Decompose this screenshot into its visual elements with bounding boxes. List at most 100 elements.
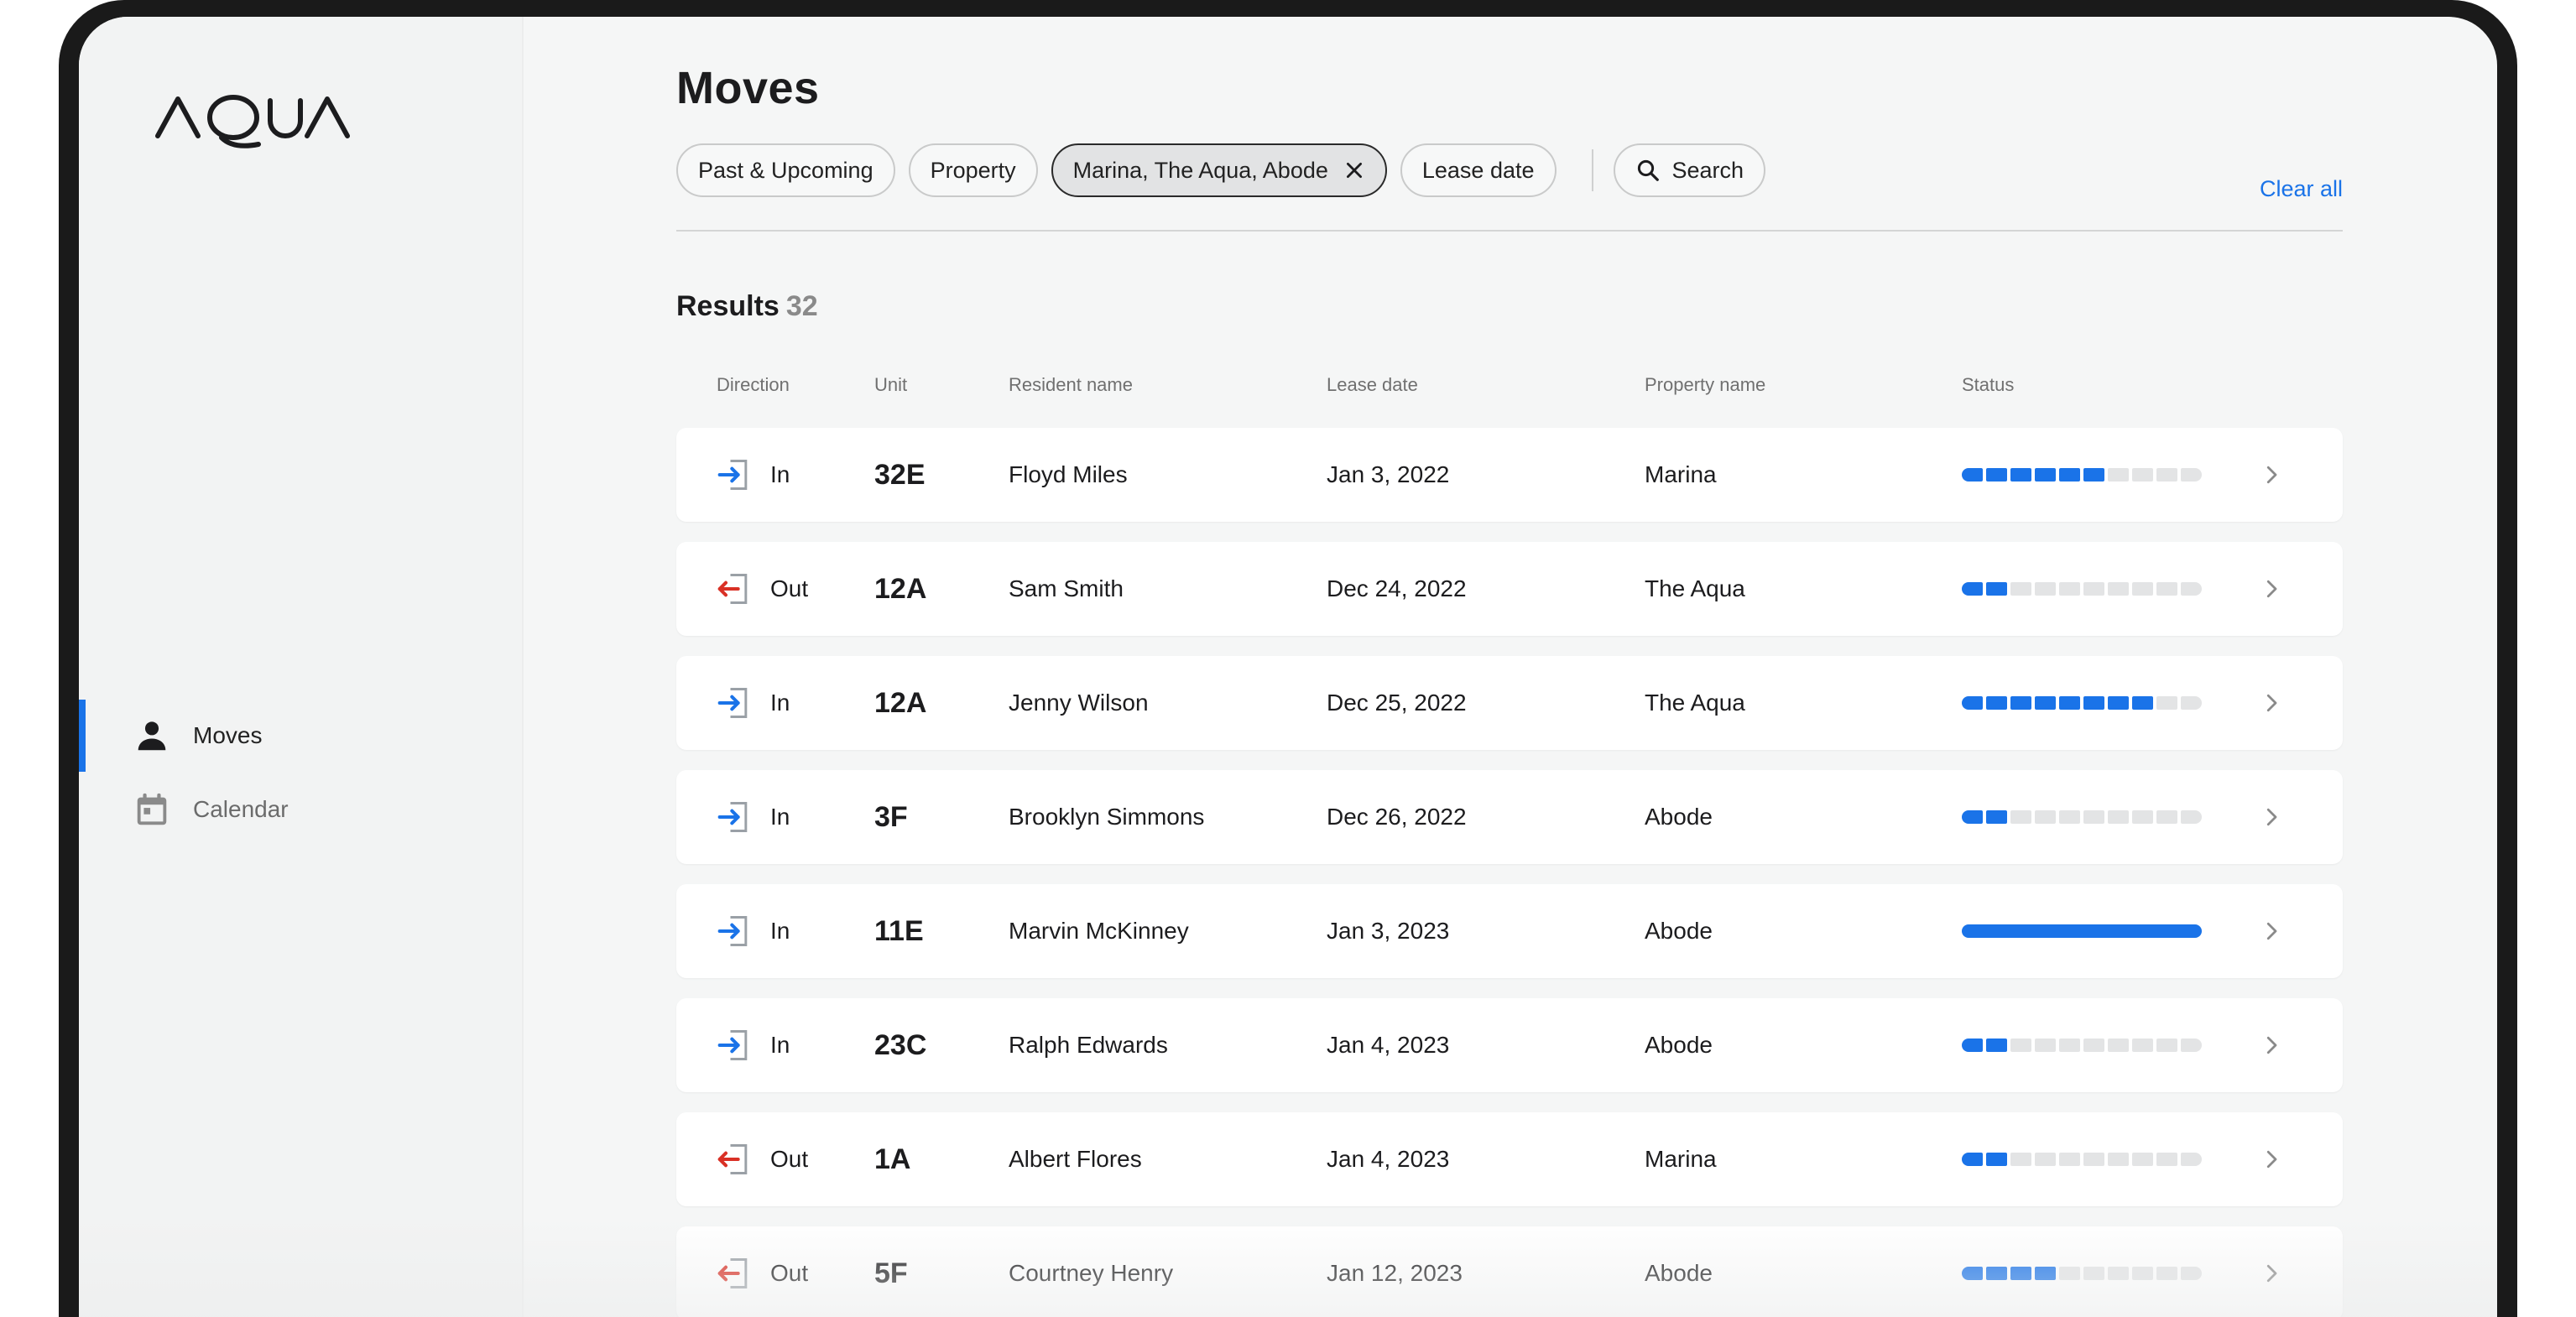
row-open-button[interactable] (2259, 770, 2292, 864)
progress-segment (2156, 696, 2177, 710)
progress-segment (2057, 924, 2082, 938)
progress-segment (1962, 924, 1986, 938)
sidebar-item-moves[interactable]: Moves (79, 700, 524, 772)
progress-segment (2132, 582, 2153, 596)
row-open-button[interactable] (2259, 1112, 2292, 1206)
resident-name-cell: Courtney Henry (1009, 1260, 1174, 1286)
row-open-button[interactable] (2259, 998, 2292, 1092)
column-header-unit[interactable]: Unit (874, 374, 907, 396)
move-out-icon (717, 574, 748, 604)
table-row[interactable]: In 23C Ralph Edwards Jan 4, 2023 Abode (676, 998, 2343, 1092)
direction-cell: Out (770, 575, 809, 601)
move-in-icon (717, 1030, 748, 1060)
person-icon (138, 721, 166, 751)
row-open-button[interactable] (2259, 1226, 2292, 1317)
filter-lease-date-chip[interactable]: Lease date (1400, 143, 1557, 197)
lease-date-cell: Dec 26, 2022 (1327, 804, 1467, 830)
chevron-right-icon (2266, 808, 2277, 826)
status-progress-bar (1962, 1267, 2202, 1280)
table-row[interactable]: Out 5F Courtney Henry Jan 12, 2023 Abode (676, 1226, 2343, 1317)
move-out-icon (717, 1144, 748, 1174)
sidebar-item-calendar[interactable]: Calendar (79, 773, 524, 846)
table-row[interactable]: In 3F Brooklyn Simmons Dec 26, 2022 Abode (676, 770, 2343, 864)
column-header-lease-date[interactable]: Lease date (1327, 374, 1418, 396)
property-name-cell: Marina (1645, 461, 1717, 487)
page-title: Moves (676, 63, 820, 113)
direction-cell: In (770, 690, 790, 716)
status-cell (1962, 770, 2202, 864)
resident-name-cell: Marvin McKinney (1009, 918, 1189, 944)
progress-segment (2059, 582, 2080, 596)
filter-divider-line (676, 230, 2343, 232)
column-header-status[interactable]: Status (1962, 374, 2014, 396)
filter-property-chip[interactable]: Property (908, 143, 1038, 197)
progress-segment (2083, 582, 2104, 596)
filter-time-chip[interactable]: Past & Upcoming (676, 143, 895, 197)
status-progress-bar (1962, 810, 2202, 824)
filter-selected-properties-chip[interactable]: Marina, The Aqua, Abode (1051, 143, 1387, 197)
row-open-button[interactable] (2259, 542, 2292, 636)
move-in-icon (717, 916, 748, 946)
progress-segment (2010, 1039, 2031, 1052)
app-screen: Moves Calendar Moves Past & Upcoming Pro… (79, 17, 2497, 1317)
lease-date-cell: Jan 12, 2023 (1327, 1260, 1463, 1286)
progress-segment (2083, 1039, 2104, 1052)
progress-segment (2010, 1267, 2031, 1280)
status-progress-bar (1962, 1153, 2202, 1166)
progress-segment (2132, 1153, 2153, 1166)
status-cell (1962, 1226, 2202, 1317)
progress-segment (2108, 582, 2129, 596)
direction-icon-cell (717, 770, 754, 864)
progress-segment (2035, 582, 2056, 596)
row-open-button[interactable] (2259, 884, 2292, 978)
move-out-icon (717, 1258, 748, 1288)
unit-cell: 1A (874, 1143, 911, 1175)
resident-name-cell: Jenny Wilson (1009, 690, 1149, 716)
property-name-cell: Abode (1645, 1260, 1713, 1286)
aqua-logo (155, 95, 350, 148)
progress-segment (2132, 1039, 2153, 1052)
chevron-right-icon (2266, 694, 2277, 712)
progress-segment (1962, 468, 1983, 482)
sidebar: Moves Calendar (79, 17, 524, 1317)
table-row[interactable]: Out 1A Albert Flores Jan 4, 2023 Marina (676, 1112, 2343, 1206)
progress-segment (2035, 1039, 2056, 1052)
column-header-property[interactable]: Property name (1645, 374, 1765, 396)
column-header-resident[interactable]: Resident name (1009, 374, 1133, 396)
table-header: Direction Unit Resident name Lease date … (676, 367, 2343, 401)
progress-segment (1962, 810, 1983, 824)
progress-segment (2181, 696, 2202, 710)
row-open-button[interactable] (2259, 428, 2292, 522)
progress-segment (2035, 696, 2056, 710)
progress-segment (2181, 1153, 2202, 1166)
resident-name-cell: Albert Flores (1009, 1146, 1142, 1172)
progress-segment (2059, 1039, 2080, 1052)
close-icon[interactable] (1343, 159, 1365, 181)
progress-segment (2132, 810, 2153, 824)
progress-segment (2035, 1153, 2056, 1166)
row-open-button[interactable] (2259, 656, 2292, 750)
progress-segment (2083, 1267, 2104, 1280)
progress-segment (2108, 1039, 2129, 1052)
column-header-direction[interactable]: Direction (717, 374, 790, 396)
progress-segment (2156, 810, 2177, 824)
progress-segment (2108, 468, 2129, 482)
table-row[interactable]: Out 12A Sam Smith Dec 24, 2022 The Aqua (676, 542, 2343, 636)
table-row[interactable]: In 32E Floyd Miles Jan 3, 2022 Marina (676, 428, 2343, 522)
progress-segment (1986, 1153, 2007, 1166)
search-button[interactable]: Search (1613, 143, 1766, 197)
move-in-icon (717, 460, 748, 490)
progress-segment (2108, 1267, 2129, 1280)
status-cell (1962, 998, 2202, 1092)
property-name-cell: Marina (1645, 1146, 1717, 1172)
progress-segment (2083, 810, 2104, 824)
clear-all-link[interactable]: Clear all (2260, 176, 2343, 202)
unit-cell: 5F (874, 1257, 908, 1289)
progress-segment (2059, 1153, 2080, 1166)
table-row[interactable]: In 11E Marvin McKinney Jan 3, 2023 Abode (676, 884, 2343, 978)
calendar-icon (137, 793, 167, 825)
table-row[interactable]: In 12A Jenny Wilson Dec 25, 2022 The Aqua (676, 656, 2343, 750)
unit-cell: 12A (874, 572, 927, 605)
direction-icon-cell (717, 1226, 754, 1317)
direction-icon-cell (717, 1112, 754, 1206)
